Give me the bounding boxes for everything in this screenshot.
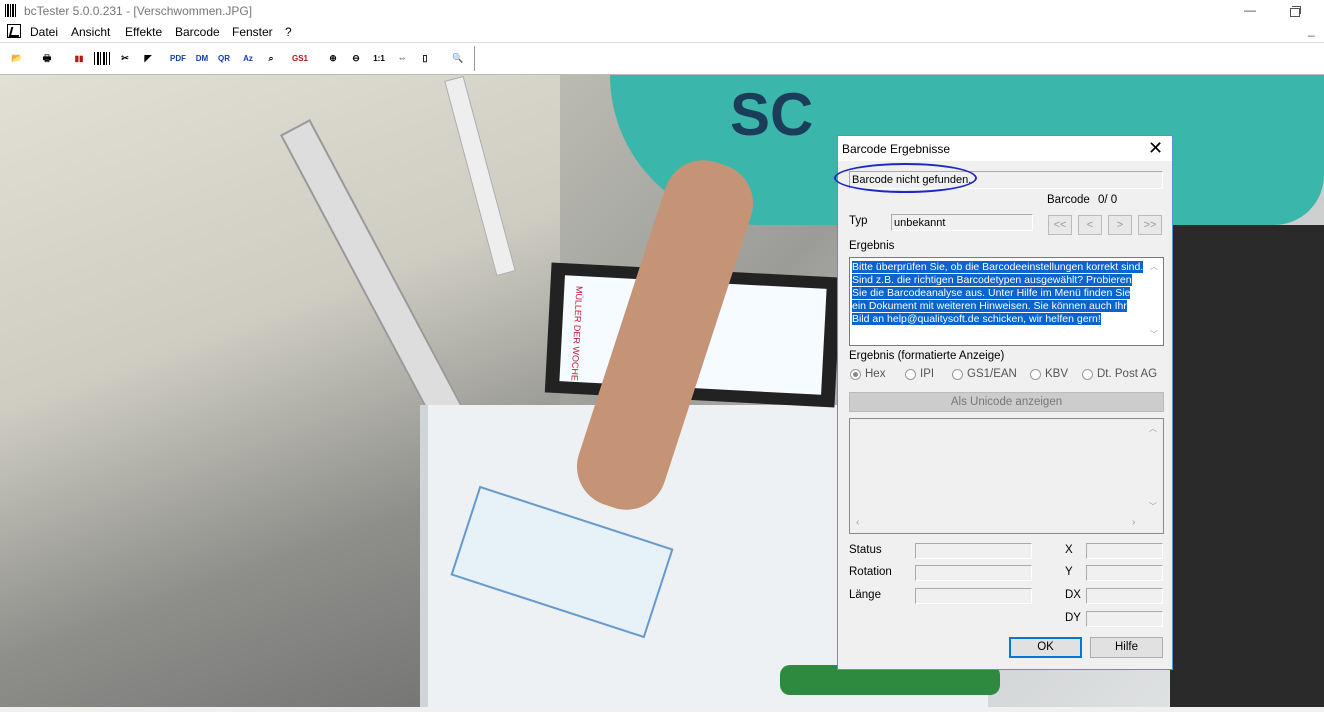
formatted-output-box[interactable]: ︿ ﹀ ‹ › <box>849 418 1164 534</box>
zoom-1to1-icon[interactable]: 1:1 <box>371 50 387 67</box>
scroll-up-icon[interactable]: ︿ <box>1150 261 1158 272</box>
ergebnis-scrollbar[interactable]: ︿ ﹀ <box>1147 259 1162 344</box>
scroll-left-icon[interactable]: ‹ <box>856 517 859 528</box>
dx-field <box>1086 588 1163 604</box>
contrast-icon[interactable]: ◤ <box>140 50 156 67</box>
formatted-label: Ergebnis (formatierte Anzeige) <box>849 350 1005 362</box>
app-barcode-icon <box>5 4 18 17</box>
typ-label: Typ <box>849 215 868 227</box>
scroll-down-icon[interactable]: ﹀ <box>1150 329 1158 340</box>
radio-kbv[interactable] <box>1030 369 1041 380</box>
menu-effekte[interactable]: Effekte <box>125 25 162 39</box>
status-field <box>915 543 1032 559</box>
barcode-search-icon[interactable]: ⌕ <box>263 50 279 67</box>
toolbar: 📂 🖶 ▮▮ ✂ ◤ PDF DM QR Az ⌕ GS1 ⊕ ⊖ 1:1 ⇔ … <box>0 43 1324 75</box>
barcode-label: Barcode <box>1047 194 1090 206</box>
photo-screen-text: MÜLLER DER WOCHE <box>569 285 585 382</box>
rotation-label: Rotation <box>849 566 892 578</box>
zoom-in-icon[interactable]: ⊕ <box>325 50 341 67</box>
dy-field <box>1086 611 1163 627</box>
help-button[interactable]: Hilfe <box>1090 637 1163 658</box>
barcode-results-dialog: Barcode Ergebnisse ✕ Barcode nicht gefun… <box>837 135 1173 670</box>
rotation-field <box>915 565 1032 581</box>
barcode-count: 0/ 0 <box>1098 194 1118 206</box>
close-icon[interactable]: ✕ <box>1148 138 1163 158</box>
zoom-out-icon[interactable]: ⊖ <box>348 50 364 67</box>
scroll-up-icon[interactable]: ︿ <box>1149 423 1157 434</box>
menu-fenster[interactable]: Fenster <box>232 25 273 39</box>
laenge-field <box>915 588 1032 604</box>
laenge-label: Länge <box>849 589 881 601</box>
x-label: X <box>1065 544 1073 556</box>
qr-icon[interactable]: QR <box>216 50 232 67</box>
document-icon[interactable] <box>7 24 21 38</box>
ergebnis-textarea[interactable]: Bitte überprüfen Sie, ob die Barcodeeins… <box>849 257 1164 346</box>
typ-field: unbekannt <box>891 214 1033 231</box>
scroll-right-icon[interactable]: › <box>1132 517 1135 528</box>
aztec-icon[interactable]: Az <box>240 50 256 67</box>
pdf-icon[interactable]: PDF <box>170 50 186 67</box>
barcode-scissors-icon[interactable]: ✂ <box>117 50 133 67</box>
barcode-icon[interactable] <box>94 52 110 65</box>
open-icon[interactable]: 📂 <box>9 50 25 67</box>
mdi-minimize-button[interactable]: _ <box>1308 23 1315 37</box>
menu-ansicht[interactable]: Ansicht <box>71 25 110 39</box>
radio-gs1-ean[interactable] <box>952 369 963 380</box>
photo-floor <box>1170 225 1324 707</box>
radio-hex-label: Hex <box>865 368 886 380</box>
menu-barcode[interactable]: Barcode <box>175 25 220 39</box>
fit-icon[interactable]: ⇔ <box>394 50 410 67</box>
ok-button[interactable]: OK <box>1009 637 1082 658</box>
y-field <box>1086 565 1163 581</box>
radio-dt-post-ag-label: Dt. Post AG <box>1097 368 1158 380</box>
y-label: Y <box>1065 566 1073 578</box>
dy-label: DY <box>1065 612 1081 624</box>
menu-bar: Datei Ansicht Effekte Barcode Fenster ? … <box>0 22 1324 43</box>
last-barcode-button[interactable]: >> <box>1138 215 1162 235</box>
dm-icon[interactable]: DM <box>194 50 210 67</box>
radio-ipi[interactable] <box>905 369 916 380</box>
gs1-icon[interactable]: GS1 <box>292 50 308 67</box>
restore-button[interactable] <box>1285 3 1305 19</box>
first-barcode-button[interactable]: << <box>1048 215 1072 235</box>
page-icon[interactable]: ▯ <box>417 50 433 67</box>
status-bar <box>0 707 1324 712</box>
menu-datei[interactable]: Datei <box>30 25 58 39</box>
preview-icon[interactable]: 🔍 <box>450 50 466 67</box>
radio-ipi-label: IPI <box>920 368 935 380</box>
minimize-button[interactable]: — <box>1240 3 1260 19</box>
print-icon[interactable]: 🖶 <box>39 50 55 67</box>
title-bar: bcTester 5.0.0.231 - [Verschwommen.JPG] … <box>0 0 1324 22</box>
next-barcode-button[interactable]: > <box>1108 215 1132 235</box>
dialog-title: Barcode Ergebnisse <box>842 142 951 156</box>
scroll-down-icon[interactable]: ﹀ <box>1149 501 1157 512</box>
radio-gs1-ean-label: GS1/EAN <box>967 368 1017 380</box>
ergebnis-text: Bitte überprüfen Sie, ob die Barcodeeins… <box>852 261 1144 325</box>
radio-kbv-label: KBV <box>1045 368 1069 380</box>
dx-label: DX <box>1065 589 1081 601</box>
menu-help[interactable]: ? <box>285 25 292 39</box>
radio-dt-post-ag[interactable] <box>1082 369 1093 380</box>
photo-shirt-text: SC <box>730 81 814 148</box>
toolbar-separator <box>474 46 475 71</box>
unicode-button[interactable]: Als Unicode anzeigen <box>849 392 1164 412</box>
prev-barcode-button[interactable]: < <box>1078 215 1102 235</box>
window-title: bcTester 5.0.0.231 - [Verschwommen.JPG] <box>24 4 253 18</box>
x-field <box>1086 543 1163 559</box>
ergebnis-label: Ergebnis <box>849 240 895 252</box>
dialog-title-bar: Barcode Ergebnisse ✕ <box>838 136 1172 161</box>
radio-hex[interactable] <box>850 369 861 380</box>
barcode-red-icon[interactable]: ▮▮ <box>71 50 87 67</box>
annotation-ellipse <box>834 163 977 193</box>
status-label: Status <box>849 544 882 556</box>
